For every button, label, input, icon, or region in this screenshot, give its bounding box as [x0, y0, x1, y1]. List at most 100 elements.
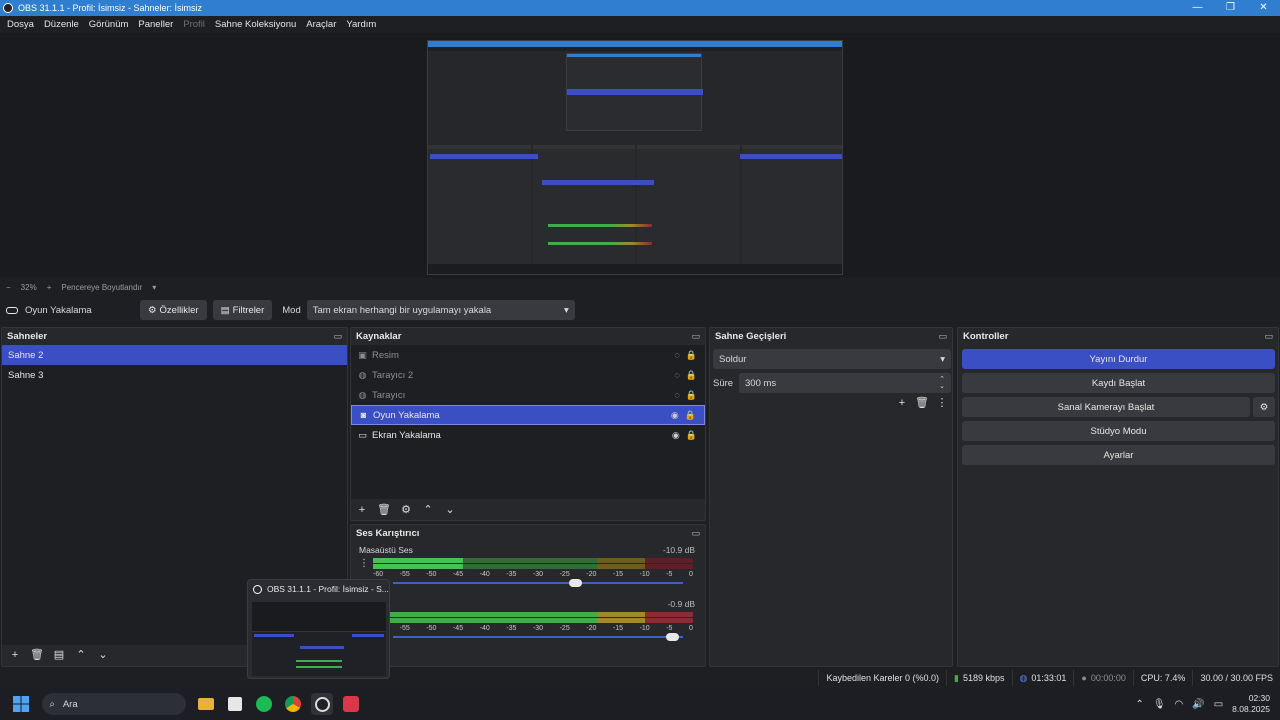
eye-hidden-icon[interactable]: ◌	[674, 350, 679, 361]
properties-button[interactable]: ⚙ Özellikler	[140, 300, 207, 320]
taskbar-search[interactable]: ⌕ Ara	[41, 693, 186, 715]
eye-icon[interactable]: ◉	[672, 430, 680, 441]
lock-icon[interactable]: 🔒	[685, 410, 696, 421]
chrome-icon[interactable]	[282, 693, 304, 715]
meter-fill	[373, 558, 463, 563]
chevron-down-icon[interactable]: ⌄	[439, 503, 461, 516]
dock-menu-icon[interactable]: ▭	[938, 331, 947, 342]
eye-hidden-icon[interactable]: ◌	[674, 390, 679, 401]
stop-stream-button[interactable]: Yayını Durdur	[962, 349, 1275, 369]
lock-icon[interactable]: 🔒	[686, 430, 697, 441]
source-item[interactable]: ◍ Tarayıcı ◌ 🔒	[351, 385, 705, 405]
globe-icon: ◍	[358, 389, 367, 400]
trash-icon[interactable]: 🗑	[373, 503, 395, 516]
maximize-icon[interactable]: ❐	[1214, 0, 1247, 16]
zoom-out-button[interactable]: −	[6, 283, 11, 292]
menu-duzenle[interactable]: Düzenle	[44, 19, 79, 30]
add-icon[interactable]: +	[4, 649, 26, 661]
microphone-icon[interactable]: 🎙	[1153, 699, 1166, 710]
mode-label: Mod	[282, 304, 301, 316]
preview-area[interactable]	[0, 33, 1280, 278]
start-recording-button[interactable]: Kaydı Başlat	[962, 373, 1275, 393]
eye-hidden-icon[interactable]: ◌	[674, 370, 679, 381]
mode-select[interactable]: Tam ekran herhangi bir uygulamayı yakala…	[306, 300, 575, 320]
gear-icon[interactable]: ⚙	[395, 503, 417, 516]
rec-time-status: ● 00:00:00	[1073, 670, 1132, 686]
fit-to-window[interactable]: Pencereye Boyutlandır	[61, 283, 142, 292]
wifi-icon[interactable]: ◠	[1175, 699, 1184, 710]
speaker-icon[interactable]: 🔊	[1192, 699, 1204, 710]
meter-ticks: -60-55-50-45-40-35-30-25-20-15-10-50	[373, 571, 693, 578]
volume-slider[interactable]	[393, 633, 683, 641]
windows-start-icon[interactable]	[10, 693, 32, 715]
thumb-preview	[252, 602, 386, 676]
spotify-icon[interactable]	[253, 693, 275, 715]
clock[interactable]: 02:30 8.08.2025	[1232, 693, 1270, 715]
menu-araclar[interactable]: Araçlar	[306, 19, 336, 30]
lock-icon[interactable]: 🔒	[686, 390, 697, 401]
level-meter	[373, 612, 693, 617]
add-icon[interactable]: +	[892, 397, 912, 409]
scene-item[interactable]: Sahne 3	[2, 365, 347, 385]
obs-taskbar-icon[interactable]	[311, 693, 333, 715]
close-icon[interactable]: ✕	[1247, 0, 1280, 16]
menu-gorunum[interactable]: Görünüm	[89, 19, 129, 30]
bitrate-status: ▮ 5189 kbps	[946, 670, 1012, 686]
dock-menu-icon[interactable]: ▭	[333, 331, 342, 342]
studio-mode-button[interactable]: Stüdyo Modu	[962, 421, 1275, 441]
store-icon[interactable]	[224, 693, 246, 715]
taskbar-hover-thumbnail[interactable]: OBS 31.1.1 - Profil: İsimsiz - S...	[247, 579, 390, 679]
battery-icon[interactable]: ▭	[1214, 699, 1223, 710]
level-meter	[373, 558, 693, 563]
virtualcam-settings-button[interactable]: ⚙	[1253, 397, 1275, 417]
lock-icon[interactable]: 🔒	[686, 370, 697, 381]
chevron-down-icon[interactable]: ▾	[152, 283, 156, 292]
kebab-menu-icon[interactable]: ⋮	[932, 396, 952, 409]
zoom-in-button[interactable]: +	[47, 283, 52, 292]
window-controls: — ❐ ✕	[1181, 0, 1280, 16]
source-item[interactable]: ◍ Tarayıcı 2 ◌ 🔒	[351, 365, 705, 385]
menu-sahne-koleksiyonu[interactable]: Sahne Koleksiyonu	[215, 19, 296, 30]
dock-menu-icon[interactable]: ▭	[691, 528, 700, 539]
duration-input[interactable]: 300 ms ⌃ ⌄	[739, 373, 951, 393]
start-virtualcam-button[interactable]: Sanal Kamerayı Başlat	[962, 397, 1250, 417]
menu-dosya[interactable]: Dosya	[7, 19, 34, 30]
eye-icon[interactable]: ◉	[671, 410, 679, 421]
add-icon[interactable]: +	[351, 504, 373, 516]
file-explorer-icon[interactable]	[195, 693, 217, 715]
volume-slider[interactable]	[393, 579, 683, 587]
lock-icon[interactable]: 🔒	[686, 350, 697, 361]
source-item[interactable]: ▭ Ekran Yakalama ◉ 🔒	[351, 425, 705, 445]
source-item[interactable]: ◙ Oyun Yakalama ◉ 🔒	[351, 405, 705, 425]
gear-icon: ⚙	[1259, 401, 1269, 413]
volume-knob[interactable]	[569, 579, 582, 587]
audio-mixer-dock: Ses Karıştırıcı ▭ Masaüstü Ses -10.9 dB ⋮…	[350, 524, 706, 667]
chevron-up-icon[interactable]: ⌃	[1135, 699, 1143, 710]
menu-paneller[interactable]: Paneller	[138, 19, 173, 30]
settings-button[interactable]: Ayarlar	[962, 445, 1275, 465]
volume-knob[interactable]	[666, 633, 679, 641]
source-item[interactable]: ▣ Resim ◌ 🔒	[351, 345, 705, 365]
transition-select[interactable]: Soldur ▾	[713, 349, 951, 369]
chevron-up-icon[interactable]: ⌃	[70, 648, 92, 661]
filter-icon[interactable]: ▤	[48, 648, 70, 661]
filters-button[interactable]: ▤ Filtreler	[212, 300, 273, 320]
minimize-icon[interactable]: —	[1181, 0, 1214, 16]
trash-icon[interactable]: 🗑	[912, 396, 932, 409]
dock-menu-icon[interactable]: ▭	[1264, 331, 1273, 342]
menu-yardim[interactable]: Yardım	[346, 19, 376, 30]
clock-time: 02:30	[1248, 693, 1270, 703]
trash-icon[interactable]: 🗑	[26, 648, 48, 661]
chevron-up-icon[interactable]: ⌃	[417, 503, 439, 516]
vivaldi-icon[interactable]	[340, 693, 362, 715]
scene-item[interactable]: Sahne 2	[2, 345, 347, 365]
kebab-menu-icon[interactable]: ⋮	[359, 558, 373, 569]
image-icon: ▣	[358, 349, 367, 360]
dock-menu-icon[interactable]: ▭	[691, 331, 700, 342]
menu-profil[interactable]: Profil	[183, 19, 205, 30]
record-icon: ●	[1081, 673, 1087, 683]
spin-icon[interactable]: ⌃ ⌄	[939, 376, 945, 390]
transitions-dock: Sahne Geçişleri ▭ Soldur ▾ Süre 300 ms ⌃ ⌄ +…	[709, 327, 953, 667]
chevron-down-icon[interactable]: ⌄	[92, 648, 114, 661]
fps-status: 30.00 / 30.00 FPS	[1192, 670, 1280, 686]
